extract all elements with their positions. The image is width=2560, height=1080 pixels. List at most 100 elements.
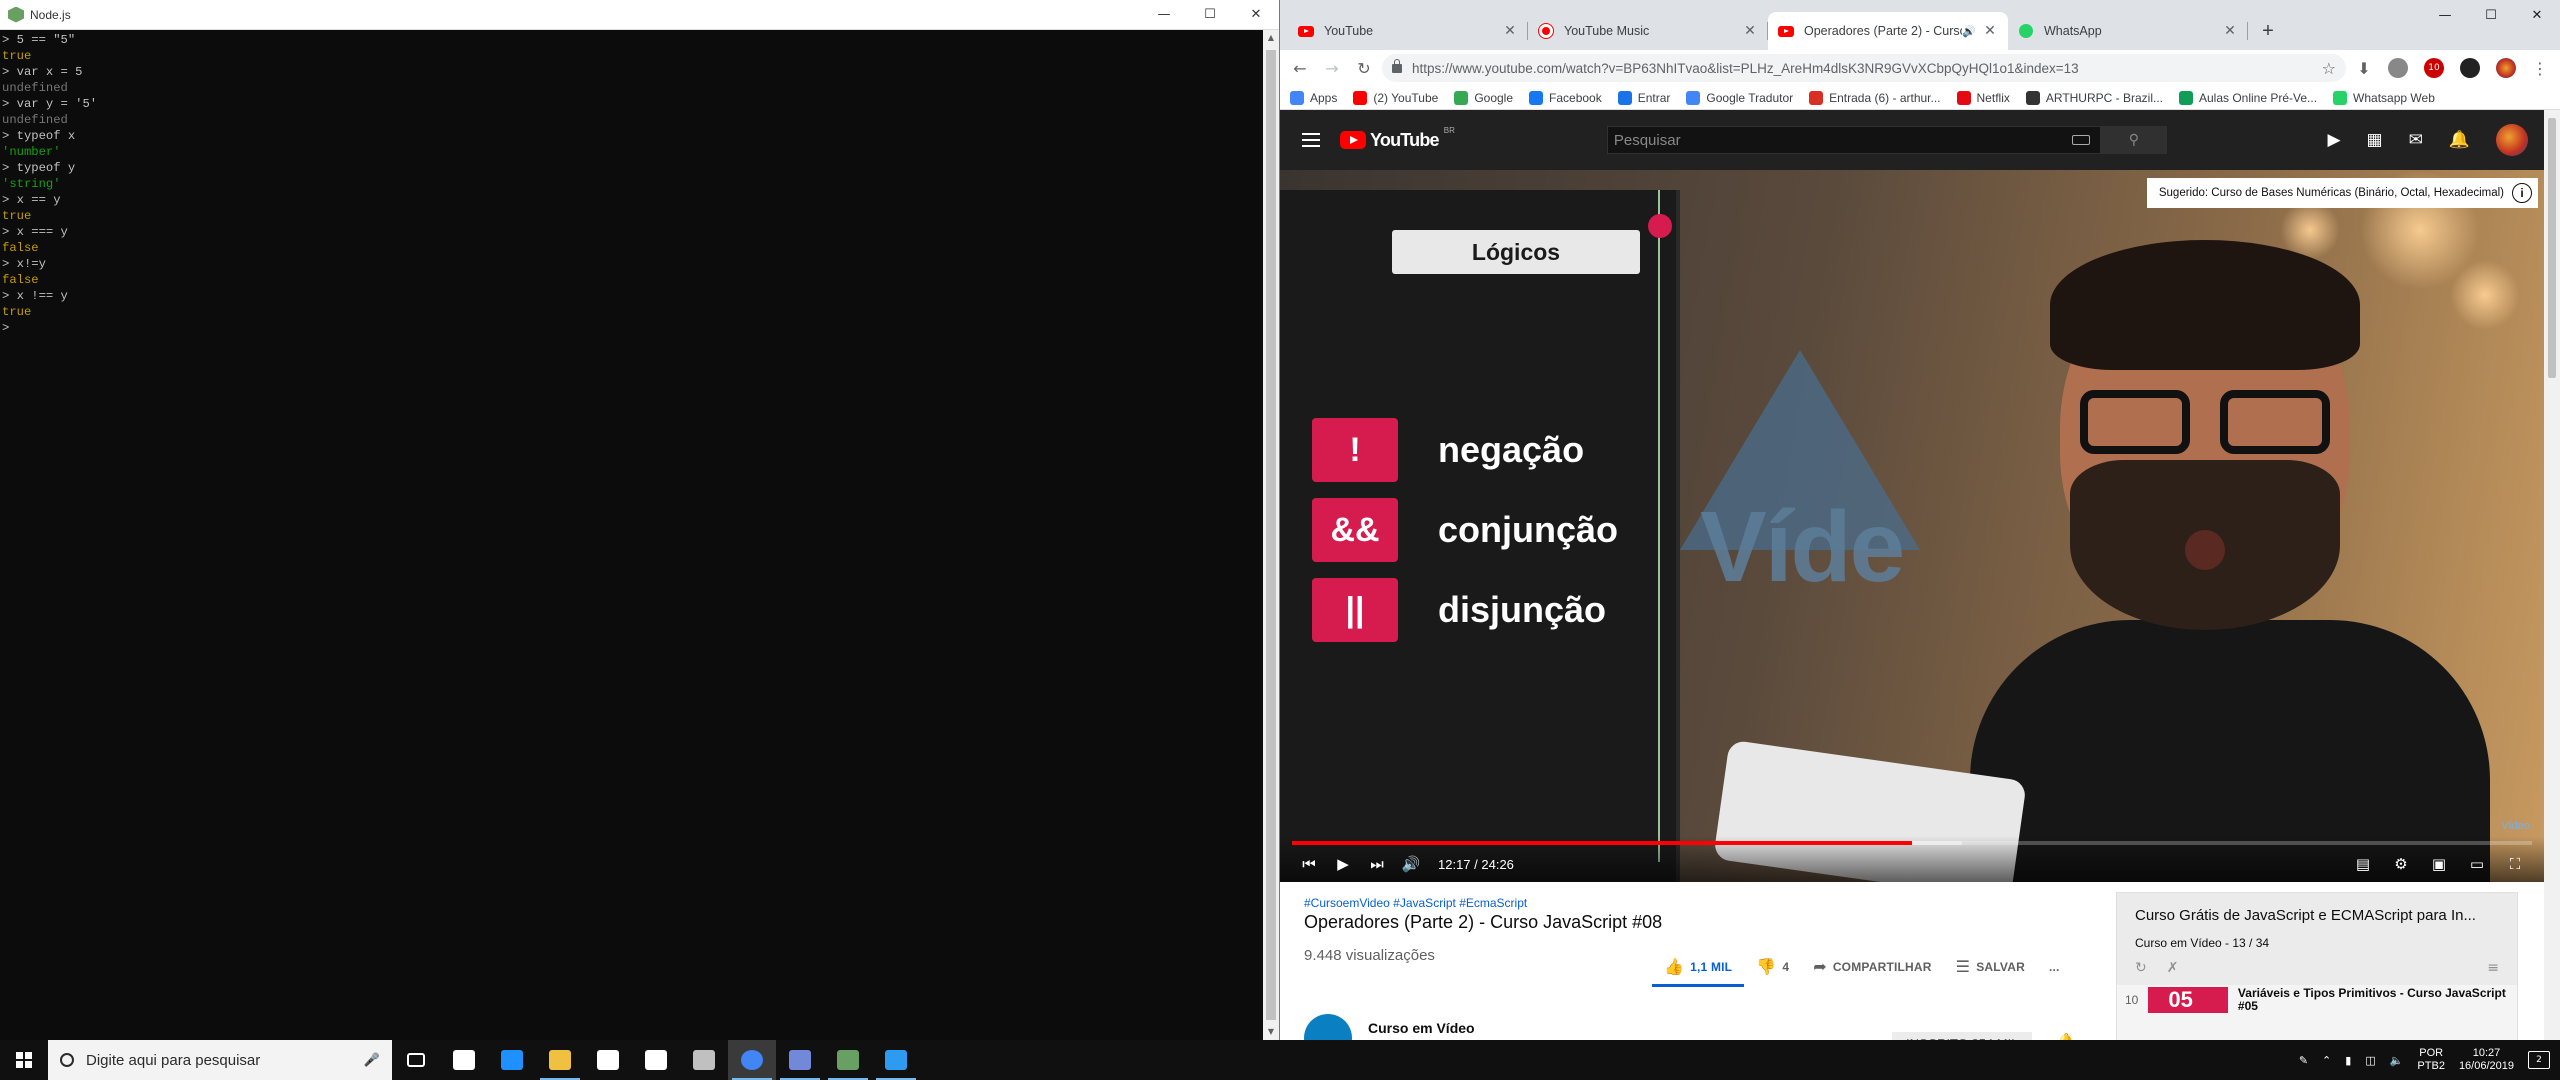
bookmark-item[interactable]: Whatsapp Web xyxy=(2333,90,2435,105)
suggested-video-card[interactable]: Sugerido: Curso de Bases Numéricas (Biná… xyxy=(2146,178,2538,208)
taskbar-search-box[interactable]: Digite aqui para pesquisar 🎤 xyxy=(48,1040,392,1080)
save-playlist-icon[interactable]: ≡ xyxy=(2487,960,2499,976)
account-avatar[interactable] xyxy=(2496,124,2528,156)
tab-close-icon[interactable]: ✕ xyxy=(1502,23,1518,39)
create-video-icon[interactable]: ▶ xyxy=(2327,130,2340,150)
tab-audio-icon[interactable]: 🔊 xyxy=(1962,25,1976,38)
bookmark-item[interactable]: (2) YouTube xyxy=(1353,90,1438,105)
keyboard-icon[interactable] xyxy=(2071,135,2090,145)
menu-icon[interactable]: ⋮ xyxy=(2526,54,2554,82)
minimize-button[interactable]: — xyxy=(1141,0,1187,29)
maximize-button[interactable]: ☐ xyxy=(1187,0,1233,29)
channel-watermark[interactable]: Vídeo xyxy=(2501,820,2530,832)
more-actions-button[interactable]: ... xyxy=(2037,960,2072,974)
video-player[interactable]: Víde Vídeo Lógicos ! negação && conjunçã… xyxy=(1280,170,2544,882)
pen-icon[interactable]: ✎ xyxy=(2299,1054,2308,1067)
apps-grid-icon[interactable]: ▦ xyxy=(2367,130,2383,150)
power-icon[interactable]: ▮ xyxy=(2345,1054,2351,1067)
settings-gear-icon[interactable]: ⚙ xyxy=(2384,855,2418,873)
guide-menu-icon[interactable] xyxy=(1302,133,1320,147)
close-button[interactable]: ✕ xyxy=(1233,0,1279,29)
scroll-up-icon[interactable]: ▲ xyxy=(1263,30,1279,46)
page-scrollbar[interactable] xyxy=(2544,110,2560,1040)
taskbar-edge-icon[interactable] xyxy=(488,1040,536,1080)
hashtags[interactable]: #CursoemVideo #JavaScript #EcmaScript xyxy=(1304,896,1527,910)
microphone-icon[interactable]: 🎤 xyxy=(364,1053,380,1068)
action-center-icon[interactable]: 2 xyxy=(2528,1051,2550,1069)
clock[interactable]: 10:27 16/06/2019 xyxy=(2459,1047,2514,1073)
volume-tray-icon[interactable]: 🔈 xyxy=(2390,1054,2404,1067)
bookmark-item[interactable]: Apps xyxy=(1290,90,1337,105)
scroll-thumb[interactable] xyxy=(1266,50,1276,1020)
taskbar-store-icon[interactable] xyxy=(584,1040,632,1080)
download-icon[interactable]: ⬇ xyxy=(2350,54,2378,82)
network-icon[interactable]: ◫ xyxy=(2365,1054,2375,1067)
search-input[interactable]: Pesquisar xyxy=(1606,126,2101,154)
bookmark-item[interactable]: Google Tradutor xyxy=(1686,90,1793,105)
taskbar-task-view-icon[interactable] xyxy=(392,1040,440,1080)
taskbar-notes-icon[interactable] xyxy=(440,1040,488,1080)
theater-mode-icon[interactable]: ▭ xyxy=(2460,855,2494,873)
browser-tab[interactable]: YouTube ✕ xyxy=(1288,12,1528,50)
channel-avatar[interactable] xyxy=(1304,1014,1352,1040)
extension-icon[interactable] xyxy=(2388,58,2408,78)
reload-icon[interactable]: ↻ xyxy=(1350,54,1378,82)
taskbar-vscode-icon[interactable] xyxy=(872,1040,920,1080)
taskbar-file-explorer-icon[interactable] xyxy=(536,1040,584,1080)
bookmark-item[interactable]: Facebook xyxy=(1529,90,1602,105)
extension-dark-icon[interactable] xyxy=(2460,58,2480,78)
taskbar-node-icon[interactable] xyxy=(824,1040,872,1080)
info-icon[interactable]: i xyxy=(2512,183,2532,203)
bookmark-item[interactable]: Netflix xyxy=(1956,90,2010,105)
bookmark-item[interactable]: Entrar xyxy=(1617,90,1670,105)
address-bar[interactable]: https://www.youtube.com/watch?v=BP63NhIT… xyxy=(1382,54,2346,82)
tab-close-icon[interactable]: ✕ xyxy=(1742,23,1758,39)
like-button[interactable]: 👍 1,1 MIL xyxy=(1652,957,1745,987)
console-output[interactable]: > 5 == "5" true > var x = 5 undefined > var … xyxy=(0,30,1263,1040)
new-tab-button[interactable]: + xyxy=(2254,17,2282,45)
profile-avatar[interactable] xyxy=(2496,58,2516,78)
fullscreen-icon[interactable]: ⛶ xyxy=(2498,855,2532,873)
page-scroll-thumb[interactable] xyxy=(2548,118,2556,378)
progress-bar[interactable] xyxy=(1292,841,2532,845)
notification-bell-icon[interactable]: 🔔 xyxy=(2056,1032,2076,1040)
loop-icon[interactable]: ↻ xyxy=(2135,960,2147,976)
channel-name[interactable]: Curso em Vídeo xyxy=(1368,1020,1475,1036)
previous-icon[interactable]: ⏮ xyxy=(1292,855,1326,873)
console-scrollbar[interactable]: ▲ ▼ xyxy=(1263,30,1279,1040)
shuffle-icon[interactable]: ✗ xyxy=(2167,960,2179,976)
search-button[interactable]: ⚲ xyxy=(2100,126,2167,154)
show-hidden-icons[interactable]: ⌃ xyxy=(2322,1054,2331,1067)
messages-icon[interactable]: ✉ xyxy=(2409,130,2423,150)
back-icon[interactable]: ← xyxy=(1286,54,1314,82)
bookmark-item[interactable]: Aulas Online Pré-Ve... xyxy=(2178,90,2317,105)
url-text[interactable]: https://www.youtube.com/watch?v=BP63NhIT… xyxy=(1412,61,2322,76)
maximize-button[interactable]: ☐ xyxy=(2468,0,2514,30)
tab-close-icon[interactable]: ✕ xyxy=(2222,23,2238,39)
browser-tab[interactable]: YouTube Music ✕ xyxy=(1528,12,1768,50)
volume-icon[interactable]: 🔊 xyxy=(1394,855,1428,873)
next-icon[interactable]: ⏭ xyxy=(1360,855,1394,873)
taskbar-chrome-icon[interactable] xyxy=(728,1040,776,1080)
start-button[interactable] xyxy=(0,1040,48,1080)
share-button[interactable]: ➦ COMPARTILHAR xyxy=(1801,957,1943,976)
extension-badge-icon[interactable]: 10 xyxy=(2424,58,2444,78)
notifications-bell-icon[interactable]: 🔔 xyxy=(2449,130,2470,150)
save-button[interactable]: ☰ SALVAR xyxy=(1944,957,2037,976)
playlist-title[interactable]: Curso Grátis de JavaScript e ECMAScript … xyxy=(2135,907,2499,924)
minimize-button[interactable]: — xyxy=(2422,0,2468,30)
input-language[interactable]: POR PTB2 xyxy=(2417,1047,2445,1073)
taskbar-discord-icon[interactable] xyxy=(776,1040,824,1080)
bookmark-item[interactable]: Google xyxy=(1454,90,1513,105)
playlist-item[interactable]: 10 05 Variáveis e Tipos Primitivos - Cur… xyxy=(2117,985,2517,1015)
forward-icon[interactable]: → xyxy=(1318,54,1346,82)
taskbar-utility-icon[interactable] xyxy=(680,1040,728,1080)
close-button[interactable]: ✕ xyxy=(2514,0,2560,30)
subscribe-button[interactable]: INSCRITO 854 MIL xyxy=(1892,1032,2033,1040)
dislike-button[interactable]: 👎 4 xyxy=(1744,957,1801,976)
browser-tab[interactable]: Operadores (Parte 2) - Curso JavaScript … xyxy=(1768,12,2008,50)
subtitles-icon[interactable]: ▤ xyxy=(2346,855,2380,873)
youtube-logo[interactable]: YouTube BR xyxy=(1340,126,1455,151)
miniplayer-icon[interactable]: ▣ xyxy=(2422,855,2456,873)
bookmark-star-icon[interactable]: ☆ xyxy=(2322,59,2336,78)
